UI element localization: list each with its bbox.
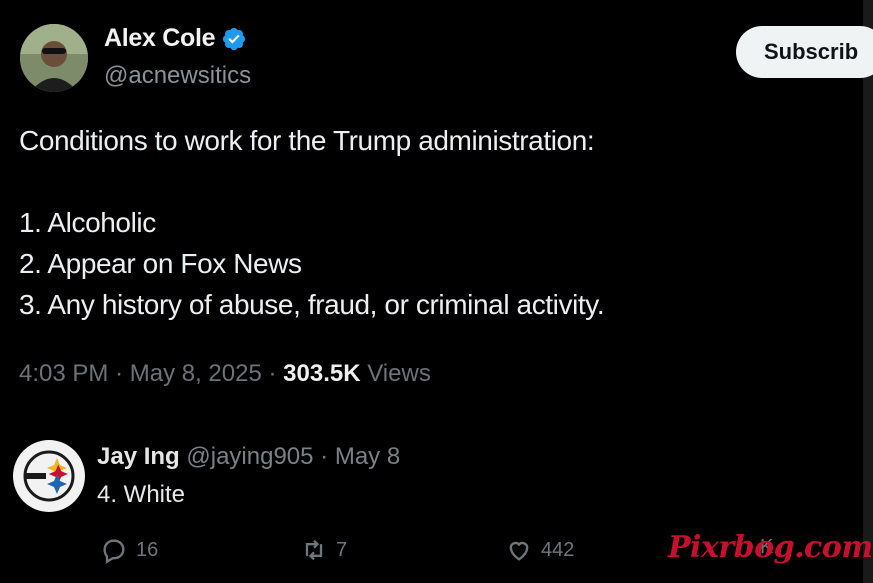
views-label: Views xyxy=(367,360,431,387)
tweet-line: 2. Appear on Fox News xyxy=(19,248,302,279)
reply-icon xyxy=(103,539,125,564)
repost-action[interactable]: 7 xyxy=(300,536,347,564)
author-name-text: Alex Cole xyxy=(104,24,216,52)
reply-action[interactable]: 16 xyxy=(100,536,158,564)
like-action[interactable]: 442 xyxy=(505,536,574,564)
tweet-line: Conditions to work for the Trump adminis… xyxy=(19,125,595,156)
tweet-line: 1. Alcoholic xyxy=(19,207,156,238)
tweet-time[interactable]: 4:03 PM xyxy=(19,360,108,387)
tweet-date[interactable]: May 8, 2025 xyxy=(130,360,262,387)
meta-separator: · xyxy=(115,360,124,387)
like-count: 442 xyxy=(541,538,575,561)
window-edge xyxy=(863,0,873,583)
subscribe-button[interactable]: Subscrib xyxy=(736,26,873,78)
meta-separator: · xyxy=(268,360,277,387)
tweet-body: Conditions to work for the Trump adminis… xyxy=(19,120,605,325)
like-icon xyxy=(509,541,529,561)
avatar-image xyxy=(20,24,88,92)
reply-text: 4. White xyxy=(97,481,186,508)
watermark: Pixrbog.com xyxy=(668,530,873,565)
views-count: 303.5K xyxy=(283,360,361,387)
steelers-logo-icon xyxy=(15,442,83,510)
reply-author-handle[interactable]: @jaying905 xyxy=(186,443,313,470)
repost-count: 7 xyxy=(336,538,348,561)
tweet-meta: 4:03 PM · May 8, 2025 · 303.5K Views xyxy=(19,360,431,388)
verified-badge-icon xyxy=(223,27,246,50)
reply-author-name[interactable]: Jay Ing xyxy=(97,443,180,470)
reply-header: Jay Ing @jaying905 · May 8 xyxy=(97,443,400,471)
repost-icon xyxy=(305,539,323,561)
reply-count: 16 xyxy=(136,538,159,561)
author-name[interactable]: Alex Cole xyxy=(104,24,247,53)
reply-avatar[interactable] xyxy=(13,440,85,512)
tweet-line: 3. Any history of abuse, fraud, or crimi… xyxy=(19,289,605,320)
author-handle[interactable]: @acnewsitics xyxy=(104,62,251,90)
reply-date[interactable]: May 8 xyxy=(335,443,400,470)
author-avatar[interactable] xyxy=(20,24,88,92)
reply-separator: · xyxy=(320,443,329,470)
